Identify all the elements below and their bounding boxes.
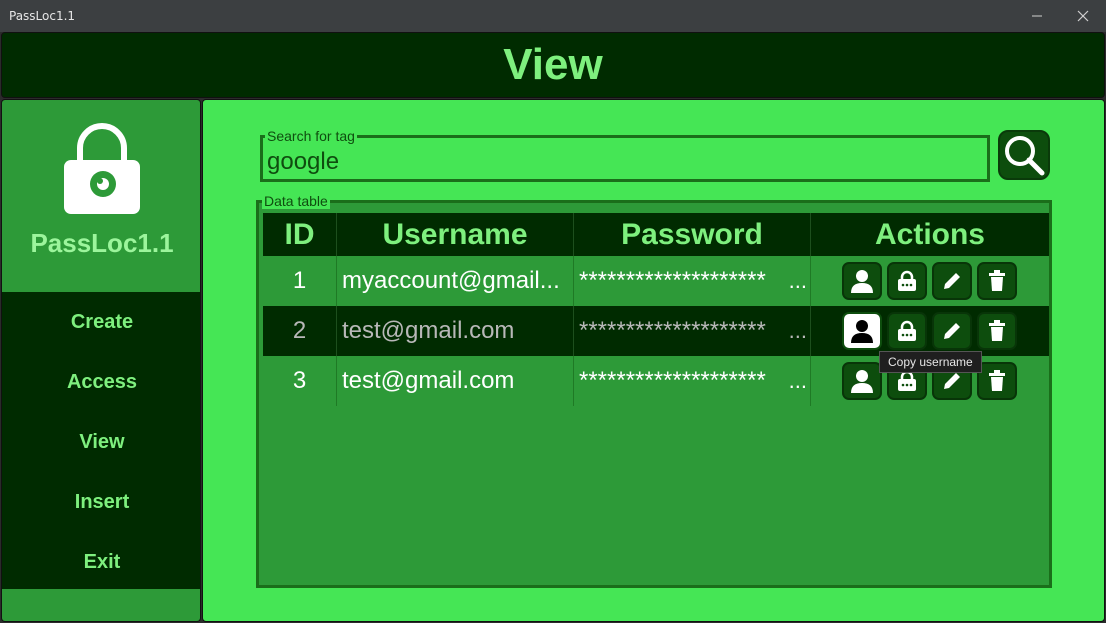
password-mask: ******************** [579,317,766,344]
title-bar: PassLoc1.1 [0,0,1106,32]
cell-password: ******************** ... [574,306,811,356]
user-icon [851,370,873,393]
copy-password-button[interactable] [887,312,927,350]
copy-username-button[interactable] [842,262,882,300]
delete-button[interactable] [977,362,1017,400]
copy-username-button[interactable] [842,362,882,400]
sidebar: PassLoc1.1 Create Access View Insert Exi… [1,99,201,622]
cell-password: ******************** ... [574,256,811,306]
search-input[interactable] [267,147,967,177]
pencil-icon [944,273,960,289]
delete-button[interactable] [977,312,1017,350]
password-ellipsis: ... [788,318,807,343]
nav-exit[interactable]: Exit [2,532,200,592]
user-icon [851,270,873,293]
nav-create[interactable]: Create [2,292,200,352]
cell-username: test@gmail.com [337,306,574,356]
cell-password: ******************** ... [574,356,811,406]
column-actions: Actions [874,217,985,251]
search-icon [1005,136,1045,176]
pencil-icon [944,323,960,339]
brand-panel: PassLoc1.1 [2,100,200,292]
data-table: ID Username Password Actions 1 myaccount… [256,200,1052,588]
password-ellipsis: ... [788,368,807,393]
table-header: ID Username Password Actions [263,213,1049,256]
window-title: PassLoc1.1 [9,9,76,23]
padlock-eye-icon [64,123,140,214]
trash-icon [989,270,1005,291]
page-title: View [503,40,603,89]
trash-icon [989,320,1005,341]
sidebar-footer [2,589,200,621]
minimize-button[interactable] [1014,0,1060,32]
column-username: Username [337,213,574,256]
pencil-icon [944,373,960,389]
password-mask: ******************** [579,367,766,394]
search-group [260,135,990,182]
copy-password-button[interactable] [887,262,927,300]
search-button[interactable] [998,130,1050,180]
tooltip: Copy username [879,351,982,373]
nav-view[interactable]: View [2,412,200,472]
cell-id: 2 [263,306,337,356]
edit-button[interactable] [932,312,972,350]
delete-button[interactable] [977,262,1017,300]
trash-icon [989,370,1005,391]
cell-id: 1 [263,256,337,306]
password-ellipsis: ... [788,268,807,293]
lock-icon [898,320,916,341]
brand-name: PassLoc1.1 [30,228,174,258]
minimize-icon [1032,15,1042,17]
copy-username-button[interactable] [842,312,882,350]
nav-access[interactable]: Access [2,352,200,412]
main-panel: Search for tag ID Username Password Acti… [202,99,1105,622]
column-password: Password [574,213,811,256]
user-icon [851,320,873,343]
cell-id: 3 [263,356,337,406]
table-row-selected[interactable]: 2 test@gmail.com ******************** ..… [263,306,1049,356]
search-legend: Search for tag [265,128,357,144]
lock-icon [898,270,916,291]
nav-insert[interactable]: Insert [2,472,200,532]
password-mask: ******************** [579,267,766,294]
close-button[interactable] [1060,0,1106,32]
page-header: View [1,32,1105,98]
cell-username: test@gmail.com [337,356,574,406]
cell-username: myaccount@gmail... [337,256,574,306]
close-icon [1077,10,1089,22]
edit-button[interactable] [932,262,972,300]
table-row[interactable]: 1 myaccount@gmail... *******************… [263,256,1049,306]
column-id: ID [263,213,337,256]
table-legend: Data table [262,193,330,209]
